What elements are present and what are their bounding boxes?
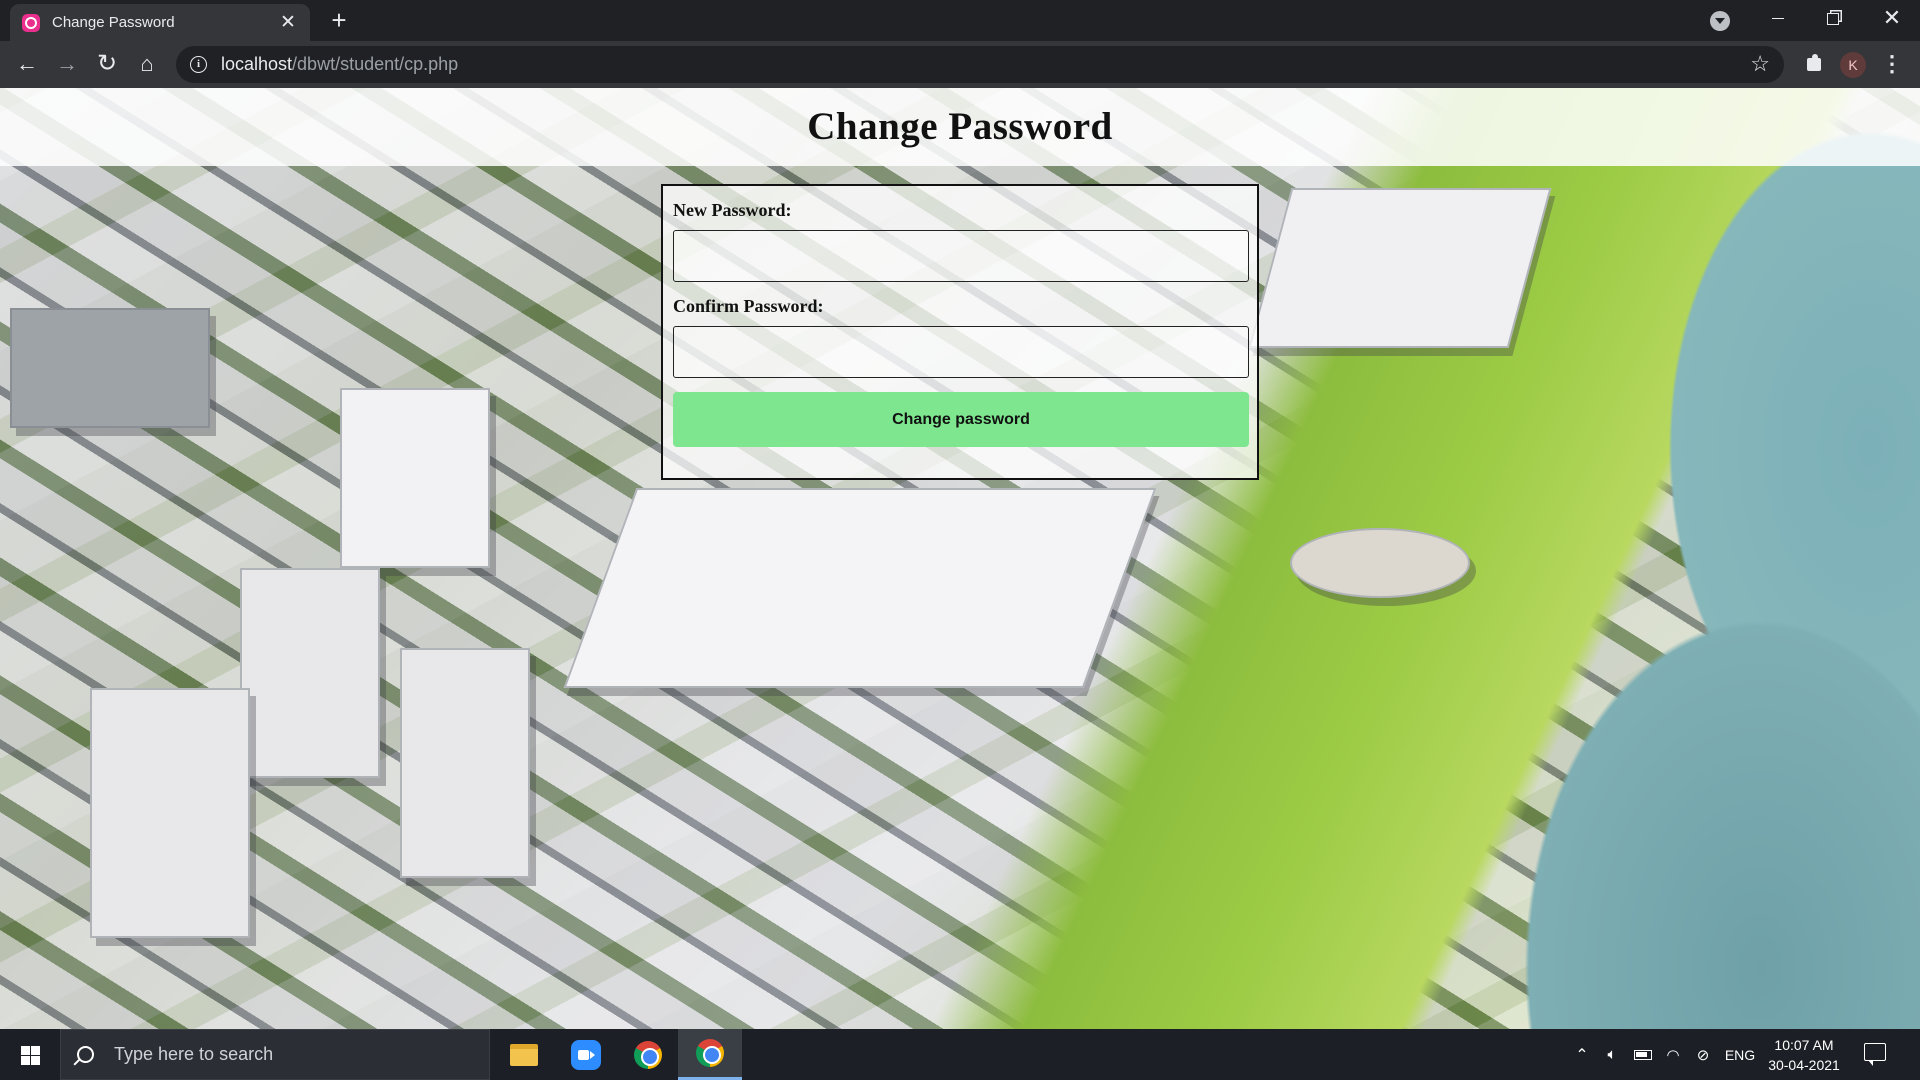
chrome-app-button[interactable] bbox=[616, 1029, 680, 1080]
browser-toolbar: ← → ↻ ⌂ i localhost /dbwt/student/cp.php… bbox=[0, 41, 1920, 88]
clock-time: 10:07 AM bbox=[1774, 1037, 1834, 1053]
wifi-icon[interactable]: ◠ bbox=[1658, 1029, 1688, 1080]
site-favicon-icon bbox=[22, 13, 40, 32]
start-button[interactable] bbox=[0, 1029, 60, 1080]
restore-button[interactable] bbox=[1803, 0, 1863, 36]
background-building bbox=[563, 488, 1157, 688]
background-building bbox=[240, 568, 380, 778]
battery-icon[interactable] bbox=[1628, 1029, 1658, 1080]
zoom-camera-icon bbox=[571, 1039, 601, 1070]
new-password-input[interactable] bbox=[673, 230, 1249, 282]
bookmark-star-icon[interactable]: ☆ bbox=[1750, 51, 1770, 77]
background-plaza bbox=[1290, 528, 1470, 598]
windows-taskbar: Type here to search ⌃ 🔈︎ ◠ ⊘ ENG 10:07 A… bbox=[0, 1029, 1920, 1080]
file-explorer-button[interactable] bbox=[492, 1029, 556, 1080]
reload-icon[interactable]: ↻ bbox=[92, 49, 122, 79]
restore-icon bbox=[1827, 12, 1839, 25]
input-language-indicator[interactable]: ENG bbox=[1720, 1029, 1760, 1080]
forward-arrow-icon[interactable]: → bbox=[52, 49, 82, 79]
tab-search-icon[interactable] bbox=[1710, 11, 1730, 31]
background-building bbox=[400, 648, 530, 878]
browser-tab-bar: Change Password ✕ + ✕ bbox=[0, 0, 1920, 41]
taskbar-search-box[interactable]: Type here to search bbox=[60, 1029, 490, 1080]
new-tab-button[interactable]: + bbox=[324, 6, 354, 36]
page-title: Change Password bbox=[807, 105, 1113, 148]
minimize-button[interactable] bbox=[1748, 0, 1808, 36]
search-icon bbox=[77, 1046, 94, 1063]
search-placeholder: Type here to search bbox=[114, 1044, 274, 1064]
confirm-password-input[interactable] bbox=[673, 326, 1249, 378]
confirm-password-label: Confirm Password: bbox=[673, 296, 824, 316]
show-hidden-icons-chevron-icon[interactable]: ⌃ bbox=[1568, 1029, 1596, 1080]
volume-icon[interactable]: 🔈︎ bbox=[1598, 1029, 1626, 1080]
close-tab-icon[interactable]: ✕ bbox=[278, 11, 298, 34]
url-path: /dbwt/student/cp.php bbox=[292, 54, 459, 74]
chrome-active-window-button[interactable] bbox=[678, 1029, 742, 1080]
tab-title: Change Password bbox=[52, 14, 175, 31]
site-info-icon[interactable]: i bbox=[190, 56, 207, 73]
page-viewport: Change Password New Password: Confirm Pa… bbox=[0, 88, 1920, 1029]
url-host: localhost bbox=[221, 54, 293, 74]
background-building bbox=[340, 388, 490, 568]
close-window-button[interactable]: ✕ bbox=[1862, 0, 1920, 36]
chrome-icon bbox=[634, 1040, 662, 1069]
background-building bbox=[10, 308, 210, 428]
notifications-icon[interactable] bbox=[1864, 1043, 1886, 1066]
system-clock[interactable]: 10:07 AM 30-04-2021 bbox=[1764, 1035, 1844, 1075]
home-icon[interactable]: ⌂ bbox=[132, 49, 162, 79]
folder-icon bbox=[510, 1043, 538, 1066]
address-bar[interactable]: i localhost /dbwt/student/cp.php ☆ bbox=[176, 46, 1784, 83]
browser-menu-icon[interactable]: ⋮ bbox=[1880, 49, 1904, 79]
new-password-label: New Password: bbox=[673, 200, 792, 220]
page-header: Change Password bbox=[0, 88, 1920, 166]
background-building bbox=[1248, 188, 1552, 348]
change-password-button[interactable]: Change password bbox=[673, 392, 1249, 447]
profile-avatar[interactable]: K bbox=[1840, 52, 1866, 78]
change-password-form: New Password: Confirm Password: Change p… bbox=[661, 184, 1259, 480]
windows-logo-icon bbox=[21, 1046, 40, 1065]
clock-date: 30-04-2021 bbox=[1768, 1057, 1840, 1073]
browser-tab[interactable]: Change Password ✕ bbox=[10, 4, 310, 41]
extensions-puzzle-icon[interactable] bbox=[1800, 49, 1830, 79]
zoom-app-button[interactable] bbox=[554, 1029, 618, 1080]
minimize-icon bbox=[1772, 18, 1784, 20]
chrome-icon bbox=[696, 1039, 724, 1067]
background-building bbox=[90, 688, 250, 938]
network-offline-icon[interactable]: ⊘ bbox=[1688, 1029, 1718, 1080]
back-arrow-icon[interactable]: ← bbox=[12, 49, 42, 79]
